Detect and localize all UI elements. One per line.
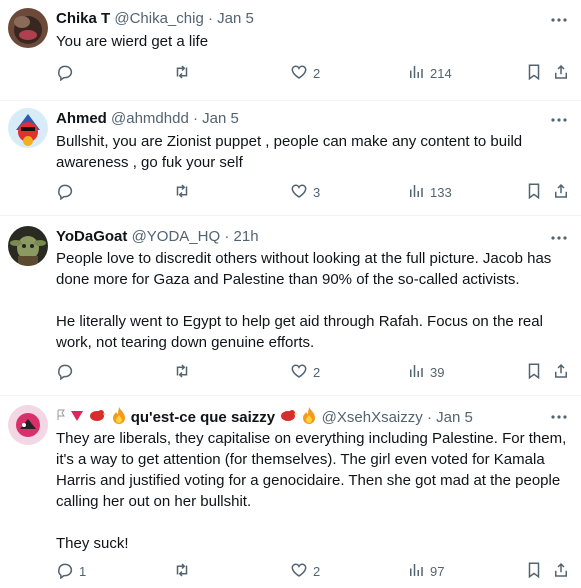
bookmark-icon (525, 182, 543, 203)
author-handle[interactable]: @XsehXsaizzy (322, 409, 423, 426)
bookmark-icon (525, 561, 543, 582)
retweet-button[interactable] (173, 182, 191, 202)
timestamp[interactable]: Jan 5 (217, 10, 254, 27)
flag-icon (56, 408, 66, 428)
timestamp[interactable]: Jan 5 (202, 110, 239, 127)
separator: · (224, 228, 230, 245)
tweet[interactable]: Ahmed @ahmdhdd · Jan 5 Bullshit, you are… (0, 100, 581, 216)
bookmark-button[interactable] (525, 561, 543, 581)
author-handle[interactable]: @Chika_chig (114, 10, 203, 27)
tweet[interactable]: qu'est-ce que saizzy @XsehXsaizzy · Jan … (0, 395, 581, 588)
share-button[interactable] (552, 362, 570, 382)
like-count: 2 (313, 563, 321, 579)
heart-icon (290, 362, 308, 383)
views-button[interactable]: 214 (407, 63, 452, 83)
like-count: 2 (313, 65, 321, 81)
view-count: 133 (430, 184, 452, 200)
views-icon (407, 362, 425, 383)
tweet[interactable]: YoDaGoat @YODA_HQ · 21h People love to d… (0, 215, 581, 396)
like-button[interactable]: 2 (290, 63, 320, 83)
bookmark-button[interactable] (525, 63, 543, 83)
more-options-icon[interactable] (549, 10, 569, 30)
bird-icon (279, 407, 298, 429)
heart-icon (290, 63, 308, 84)
views-icon (407, 63, 425, 84)
share-icon (552, 561, 570, 582)
reply-button[interactable] (56, 362, 79, 382)
tweet-text: You are wierd get a life (56, 33, 209, 50)
like-count: 3 (313, 184, 321, 200)
like-button[interactable]: 3 (290, 182, 320, 202)
heart-icon (290, 182, 308, 203)
views-button[interactable]: 133 (407, 182, 452, 202)
author-name[interactable]: YoDaGoat (56, 228, 127, 245)
timestamp[interactable]: 21h (234, 228, 259, 245)
fire-icon (301, 406, 317, 430)
bookmark-button[interactable] (525, 362, 543, 382)
more-options-icon[interactable] (549, 110, 569, 130)
bird-icon (88, 407, 107, 429)
separator: · (207, 10, 213, 27)
view-count: 39 (430, 364, 445, 380)
more-options-icon[interactable] (549, 228, 569, 248)
bookmark-button[interactable] (525, 182, 543, 202)
like-button[interactable]: 2 (290, 561, 320, 581)
reply-icon (56, 63, 74, 84)
view-count: 214 (430, 65, 452, 81)
author-name[interactable]: Chika T (56, 10, 110, 27)
retweet-button[interactable] (173, 362, 191, 382)
retweet-icon (173, 63, 191, 84)
reply-button[interactable]: 1 (56, 561, 86, 581)
share-icon (552, 63, 570, 84)
bookmark-icon (525, 63, 543, 84)
view-count: 97 (430, 563, 445, 579)
bookmark-icon (525, 362, 543, 383)
share-icon (552, 362, 570, 383)
red-triangle-icon (70, 408, 84, 428)
reply-button[interactable] (56, 182, 79, 202)
avatar[interactable] (8, 8, 48, 48)
retweet-icon (173, 561, 191, 582)
avatar[interactable] (8, 108, 48, 148)
author-handle[interactable]: @ahmdhdd (111, 110, 189, 127)
reply-count: 1 (79, 563, 87, 579)
views-button[interactable]: 97 (407, 561, 444, 581)
separator: · (426, 408, 432, 426)
avatar[interactable] (8, 405, 48, 445)
retweet-button[interactable] (173, 561, 191, 581)
retweet-button[interactable] (173, 63, 191, 83)
timestamp[interactable]: Jan 5 (436, 409, 473, 426)
reply-icon (56, 182, 74, 203)
like-count: 2 (313, 364, 321, 380)
tweet-text: Bullshit, you are Zionist puppet , peopl… (56, 133, 527, 171)
author-handle[interactable]: @YODA_HQ (132, 228, 221, 245)
views-icon (407, 561, 425, 582)
views-button[interactable]: 39 (407, 362, 444, 382)
like-button[interactable]: 2 (290, 362, 320, 382)
author-name[interactable]: Ahmed (56, 110, 107, 127)
reply-button[interactable] (56, 63, 79, 83)
more-options-icon[interactable] (549, 407, 569, 427)
tweet-text: They are liberals, they capitalise on ev… (56, 430, 567, 552)
fire-icon (111, 406, 127, 430)
retweet-icon (173, 182, 191, 203)
heart-icon (290, 561, 308, 582)
reply-icon (56, 362, 74, 383)
share-icon (552, 182, 570, 203)
retweet-icon (173, 362, 191, 383)
share-button[interactable] (552, 561, 570, 581)
avatar[interactable] (8, 226, 48, 266)
tweet[interactable]: Chika T @Chika_chig · Jan 5 You are wier… (0, 0, 581, 101)
share-button[interactable] (552, 182, 570, 202)
views-icon (407, 182, 425, 203)
tweet-text: People love to discredit others without … (56, 250, 552, 351)
reply-icon (56, 561, 74, 582)
author-name[interactable]: qu'est-ce que saizzy (131, 409, 275, 426)
separator: · (192, 110, 198, 127)
share-button[interactable] (552, 63, 570, 83)
